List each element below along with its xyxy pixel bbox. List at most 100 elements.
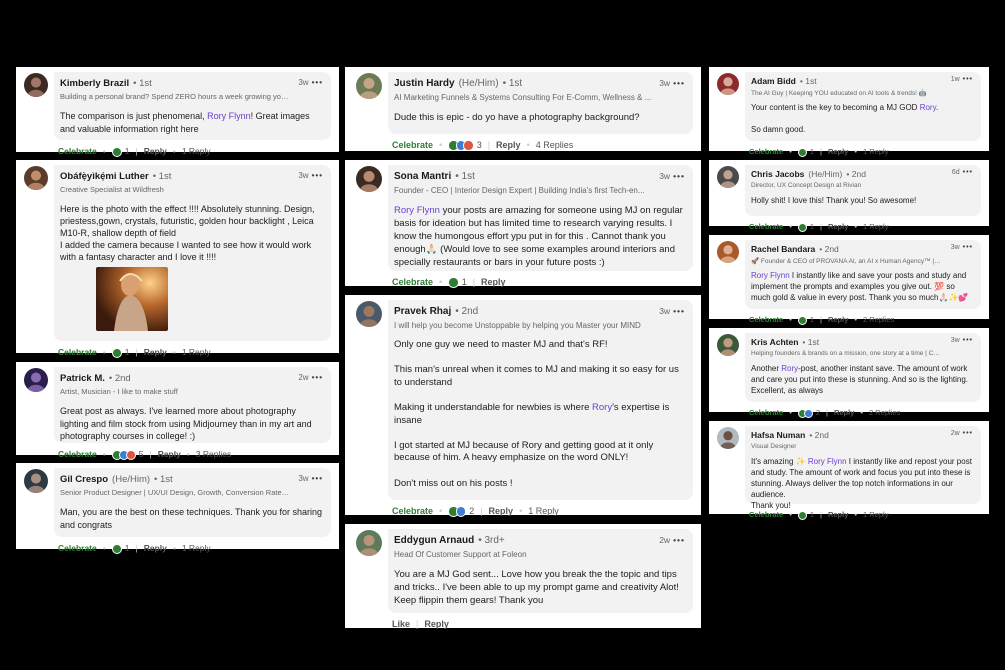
commenter-name[interactable]: Pravek Rhaj bbox=[394, 306, 451, 317]
comment-card: Rachel Bandara • 2nd 🚀 Founder & CEO of PR… bbox=[709, 235, 989, 325]
avatar[interactable] bbox=[24, 73, 48, 97]
celebrate-button[interactable]: Celebrate bbox=[749, 222, 783, 231]
avatar[interactable] bbox=[24, 469, 48, 493]
reply-button[interactable]: Reply bbox=[828, 222, 848, 231]
comment-paragraph bbox=[394, 389, 687, 402]
replies-count[interactable]: 1 Reply bbox=[863, 510, 888, 519]
more-options-icon[interactable]: ••• bbox=[673, 171, 685, 181]
commenter-name[interactable]: Justin Hardy bbox=[394, 78, 455, 89]
mention-link[interactable]: Rory Flynn bbox=[751, 271, 790, 280]
commenter-headline: The AI Guy | Keeping YOU educated on AI … bbox=[751, 90, 927, 97]
reply-button[interactable]: Reply bbox=[144, 146, 167, 156]
comment-body: Dude this is epic - do yo have a photogr… bbox=[394, 111, 687, 124]
comment-bubble: Pravek Rhaj • 2nd I will help you become U… bbox=[388, 300, 693, 500]
avatar[interactable] bbox=[356, 166, 382, 192]
avatar[interactable] bbox=[24, 166, 48, 190]
comment-actions: Celebrate • 5 | Reply • 3 Replies bbox=[58, 449, 231, 460]
more-options-icon[interactable]: ••• bbox=[312, 171, 323, 180]
more-options-icon[interactable]: ••• bbox=[312, 373, 323, 382]
replies-count[interactable]: 1 Reply bbox=[863, 147, 888, 156]
celebrate-button[interactable]: Celebrate bbox=[58, 347, 97, 357]
reply-button[interactable]: Reply bbox=[144, 347, 167, 357]
replies-count[interactable]: 1 Reply bbox=[182, 146, 211, 156]
more-options-icon[interactable]: ••• bbox=[312, 474, 323, 483]
replies-count[interactable]: 3 Replies bbox=[196, 449, 231, 459]
commenter-name[interactable]: Kris Achten bbox=[751, 337, 798, 347]
comment-paragraph: You are a MJ God sent... Love how you br… bbox=[394, 568, 687, 607]
more-options-icon[interactable]: ••• bbox=[963, 76, 973, 83]
replies-count[interactable]: 1 Reply bbox=[863, 222, 888, 231]
like-button[interactable]: Like bbox=[392, 619, 410, 629]
commenter-name[interactable]: Chris Jacobs bbox=[751, 169, 804, 179]
avatar[interactable] bbox=[717, 241, 739, 263]
avatar[interactable] bbox=[717, 73, 739, 95]
mention-link[interactable]: Rory bbox=[781, 364, 798, 373]
commenter-name[interactable]: Rachel Bandara bbox=[751, 244, 815, 254]
comment-paragraph: So damn good. bbox=[751, 124, 975, 135]
commenter-name[interactable]: Gil Crespo bbox=[60, 474, 108, 485]
comment-text: Don't miss out on his posts ! bbox=[394, 477, 513, 489]
commenter-name[interactable]: Patrick M. bbox=[60, 373, 105, 384]
reply-button[interactable]: Reply bbox=[828, 147, 848, 156]
separator: | bbox=[480, 506, 483, 516]
connection-degree: • 3rd+ bbox=[478, 535, 505, 546]
celebrate-button[interactable]: Celebrate bbox=[749, 408, 783, 417]
more-options-icon[interactable]: ••• bbox=[963, 337, 973, 344]
reply-button[interactable]: Reply bbox=[489, 506, 514, 516]
avatar[interactable] bbox=[356, 530, 382, 556]
more-options-icon[interactable]: ••• bbox=[673, 535, 685, 545]
avatar[interactable] bbox=[356, 301, 382, 327]
celebrate-button[interactable]: Celebrate bbox=[392, 140, 433, 150]
celebrate-button[interactable]: Celebrate bbox=[392, 506, 433, 516]
mention-link[interactable]: Rory Flynn bbox=[394, 205, 440, 216]
more-options-icon[interactable]: ••• bbox=[673, 78, 685, 88]
replies-count[interactable]: 1 Reply bbox=[182, 543, 211, 553]
avatar[interactable] bbox=[24, 368, 48, 392]
celebrate-button[interactable]: Celebrate bbox=[392, 277, 433, 287]
mention-link[interactable]: Rory Flynn bbox=[808, 457, 847, 466]
replies-count[interactable]: 2 Replies bbox=[869, 408, 900, 417]
reply-button[interactable]: Reply bbox=[158, 449, 181, 459]
separator: • bbox=[439, 506, 443, 516]
mention-link[interactable]: Rory bbox=[920, 103, 936, 112]
commenter-name[interactable]: Obáfẹ̀yìkẹ́mi Luther bbox=[60, 171, 149, 182]
replies-count[interactable]: 4 Replies bbox=[536, 140, 574, 150]
reply-button[interactable]: Reply bbox=[834, 408, 854, 417]
celebrate-button[interactable]: Celebrate bbox=[58, 146, 97, 156]
avatar[interactable] bbox=[717, 166, 739, 188]
replies-count[interactable]: 1 Reply bbox=[182, 347, 211, 357]
reply-button[interactable]: Reply bbox=[424, 619, 449, 629]
comment-card: Chris Jacobs (He/Him) • 2nd Director, UX Co… bbox=[709, 160, 989, 232]
reply-button[interactable]: Reply bbox=[828, 315, 848, 324]
reaction-icon bbox=[125, 449, 136, 460]
commenter-name[interactable]: Eddygun Arnaud bbox=[394, 535, 474, 546]
commenter-name[interactable]: Sona Mantri bbox=[394, 171, 451, 182]
more-options-icon[interactable]: ••• bbox=[312, 78, 323, 87]
commenter-name[interactable]: Adam Bidd bbox=[751, 76, 796, 86]
avatar[interactable] bbox=[717, 334, 739, 356]
celebrate-button[interactable]: Celebrate bbox=[58, 543, 97, 553]
more-options-icon[interactable]: ••• bbox=[963, 430, 973, 437]
attached-photo[interactable] bbox=[96, 267, 168, 331]
reply-button[interactable]: Reply bbox=[144, 543, 167, 553]
avatar[interactable] bbox=[717, 427, 739, 449]
reply-button[interactable]: Reply bbox=[828, 510, 848, 519]
more-options-icon[interactable]: ••• bbox=[963, 244, 973, 251]
reply-button[interactable]: Reply bbox=[496, 140, 521, 150]
commenter-name[interactable]: Kimberly Brazil bbox=[60, 78, 129, 89]
comment-paragraph: Don't miss out on his posts ! bbox=[394, 478, 687, 491]
celebrate-button[interactable]: Celebrate bbox=[58, 449, 97, 459]
more-options-icon[interactable]: ••• bbox=[673, 306, 685, 316]
commenter-name[interactable]: Hafsa Numan bbox=[751, 430, 805, 440]
celebrate-button[interactable]: Celebrate bbox=[749, 147, 783, 156]
replies-count[interactable]: 2 Replies bbox=[863, 315, 894, 324]
celebrate-button[interactable]: Celebrate bbox=[749, 510, 783, 519]
avatar[interactable] bbox=[356, 73, 382, 99]
mention-link[interactable]: Rory Flynn bbox=[207, 111, 251, 121]
mention-link[interactable]: Rory bbox=[592, 402, 612, 413]
more-options-icon[interactable]: ••• bbox=[963, 169, 973, 176]
replies-count[interactable]: 1 Reply bbox=[528, 506, 559, 516]
comment-actions: Celebrate • 1 | Reply • 1 Reply bbox=[58, 146, 211, 157]
celebrate-button[interactable]: Celebrate bbox=[749, 315, 783, 324]
reply-button[interactable]: Reply bbox=[481, 277, 506, 287]
